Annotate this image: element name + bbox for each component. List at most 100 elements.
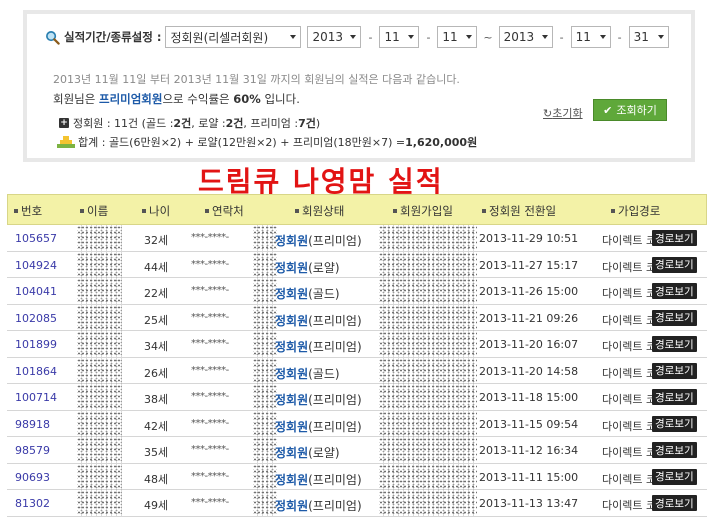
header-contact: 연락처	[205, 203, 244, 219]
royal-count: 2건	[225, 117, 244, 130]
table-row: 104041 22세 ***-****- 정회원(골드) 2013-11-26 15:0…	[7, 278, 707, 305]
status-sub: (프리미엄)	[308, 499, 362, 513]
refresh-icon: ↻	[543, 107, 553, 120]
member-number-link[interactable]: 100714	[15, 391, 57, 404]
period-description: 2013년 11월 11일 부터 2013년 11월 31일 까지의 회원님의 …	[53, 73, 460, 86]
masked-join-date	[379, 384, 477, 410]
date-separator: -	[368, 30, 373, 44]
status-main: 정회원	[275, 260, 309, 275]
convert-date: 2013-11-21 09:26	[479, 311, 579, 325]
masked-contact	[253, 357, 277, 384]
member-number-link[interactable]: 101899	[15, 338, 57, 351]
status-main: 정회원	[275, 393, 309, 407]
view-route-button[interactable]: 경로보기	[652, 495, 697, 511]
count-mid2: , 프리미엄 :	[243, 117, 299, 130]
view-route-button[interactable]: 경로보기	[652, 362, 697, 379]
bullet-icon	[393, 209, 397, 213]
member-number-link[interactable]: 98579	[15, 444, 50, 457]
to-year-value: 2013	[503, 30, 535, 44]
member-number-link[interactable]: 101864	[15, 365, 57, 378]
member-number-link[interactable]: 104041	[15, 285, 57, 298]
chevron-down-icon	[408, 35, 415, 39]
grade-suffix: 입니다.	[260, 92, 300, 106]
member-contact: ***-****-	[191, 497, 229, 508]
member-status: 정회원(프리미엄)	[275, 232, 362, 249]
to-month-select[interactable]: 11	[570, 26, 611, 48]
to-year-select[interactable]: 2013	[498, 26, 553, 48]
member-age: 22세	[144, 287, 169, 300]
chevron-down-icon	[657, 35, 664, 39]
table-row: 102085 25세 ***-****- 정회원(프리미엄) 2013-11-21 09…	[7, 304, 707, 331]
convert-date: 2013-11-20 14:58	[479, 364, 579, 378]
grade-name: 프리미엄회원	[98, 92, 163, 106]
view-route-button[interactable]: 경로보기	[652, 336, 697, 352]
reset-button[interactable]: ↻초기화	[543, 105, 583, 121]
status-sub: (프리미엄)	[308, 472, 362, 487]
total-value: 1,620,000원	[405, 136, 478, 149]
member-status: 정회원(로얄)	[275, 259, 340, 276]
masked-join-date	[379, 251, 477, 278]
table-row: 81302 49세 ***-****- 정회원(프리미엄) 2013-11-13 13:…	[7, 490, 707, 517]
table-row: 98579 35세 ***-****- 정회원(로얄) 2013-11-12 16:34…	[7, 437, 707, 464]
header-status-label: 회원상태	[302, 204, 345, 218]
chevron-down-icon	[466, 35, 473, 39]
header-name: 이름	[80, 203, 108, 219]
from-day-select[interactable]: 11	[437, 26, 478, 48]
date-separator: -	[617, 30, 622, 44]
member-number-link[interactable]: 98918	[15, 418, 50, 431]
member-status: 정회원(골드)	[275, 365, 340, 382]
member-number-link[interactable]: 81302	[15, 497, 50, 510]
view-route-button[interactable]: 경로보기	[652, 283, 697, 299]
from-month-select[interactable]: 11	[379, 26, 420, 48]
total-summary: 합계 : 골드(6만원×2) + 로얄(12만원×2) + 프리미엄(18만원×…	[57, 134, 477, 150]
bullet-icon	[611, 209, 615, 213]
profit-rate: 60%	[233, 92, 261, 106]
masked-name	[77, 251, 122, 278]
member-contact: ***-****-	[191, 258, 229, 270]
member-contact: ***-****-	[191, 417, 229, 429]
member-number-link[interactable]: 105657	[15, 232, 57, 245]
table-row: 101864 26세 ***-****- 정회원(골드) 2013-11-20 14:5…	[7, 357, 707, 384]
member-status: 정회원(프리미엄)	[275, 471, 362, 488]
view-route-button[interactable]: 경로보기	[652, 389, 697, 405]
member-type-select[interactable]: 정회원(리셀러회원)	[165, 26, 302, 48]
member-number-link[interactable]: 90693	[15, 471, 50, 484]
bullet-icon	[482, 209, 486, 213]
table-body: 105657 32세 ***-****- 정회원(프리미엄) 2013-11-29 10…	[7, 225, 707, 517]
query-button[interactable]: ✔ 조회하기	[593, 99, 667, 121]
view-route-button[interactable]: 경로보기	[652, 230, 697, 246]
masked-contact	[253, 463, 277, 490]
from-day-value: 11	[442, 30, 458, 44]
from-year-value: 2013	[312, 30, 343, 44]
to-day-select[interactable]: 31	[628, 26, 669, 48]
count-suffix: )	[315, 116, 321, 130]
table-row: 105657 32세 ***-****- 정회원(프리미엄) 2013-11-29 10…	[7, 225, 707, 252]
view-route-button[interactable]: 경로보기	[652, 468, 697, 485]
view-route-button[interactable]: 경로보기	[652, 415, 697, 432]
convert-date: 2013-11-11 15:00	[479, 470, 579, 484]
masked-join-date	[379, 331, 477, 357]
view-route-button[interactable]: 경로보기	[652, 442, 697, 458]
total-prefix: 합계 : 골드(6만원×2) + 로얄(12만원×2) + 프리미엄(18만원×…	[78, 136, 406, 149]
search-icon	[46, 30, 60, 45]
masked-name	[77, 490, 122, 516]
member-contact: ***-****-	[191, 364, 229, 376]
member-status: 정회원(프리미엄)	[275, 391, 362, 408]
member-status: 정회원(프리미엄)	[275, 418, 362, 435]
view-route-button[interactable]: 경로보기	[652, 256, 697, 273]
period-label: 실적기간/종류설정 :	[64, 30, 162, 44]
masked-contact	[253, 384, 277, 410]
member-number-link[interactable]: 104924	[15, 259, 57, 272]
view-route-button[interactable]: 경로보기	[652, 309, 697, 326]
status-main: 정회원	[275, 472, 309, 487]
status-main: 정회원	[275, 313, 309, 328]
count-prefix: 정회원 : 11건 (골드 :	[73, 117, 174, 130]
masked-name	[77, 331, 122, 357]
status-main: 정회원	[275, 366, 309, 381]
status-main: 정회원	[275, 287, 309, 301]
filter-panel: 실적기간/종류설정 : 정회원(리셀러회원) 2013 - 11 - 11 ~ …	[23, 10, 695, 162]
bullet-icon	[142, 209, 146, 213]
member-age: 25세	[144, 313, 169, 327]
from-year-select[interactable]: 2013	[307, 26, 362, 48]
member-number-link[interactable]: 102085	[15, 312, 57, 325]
